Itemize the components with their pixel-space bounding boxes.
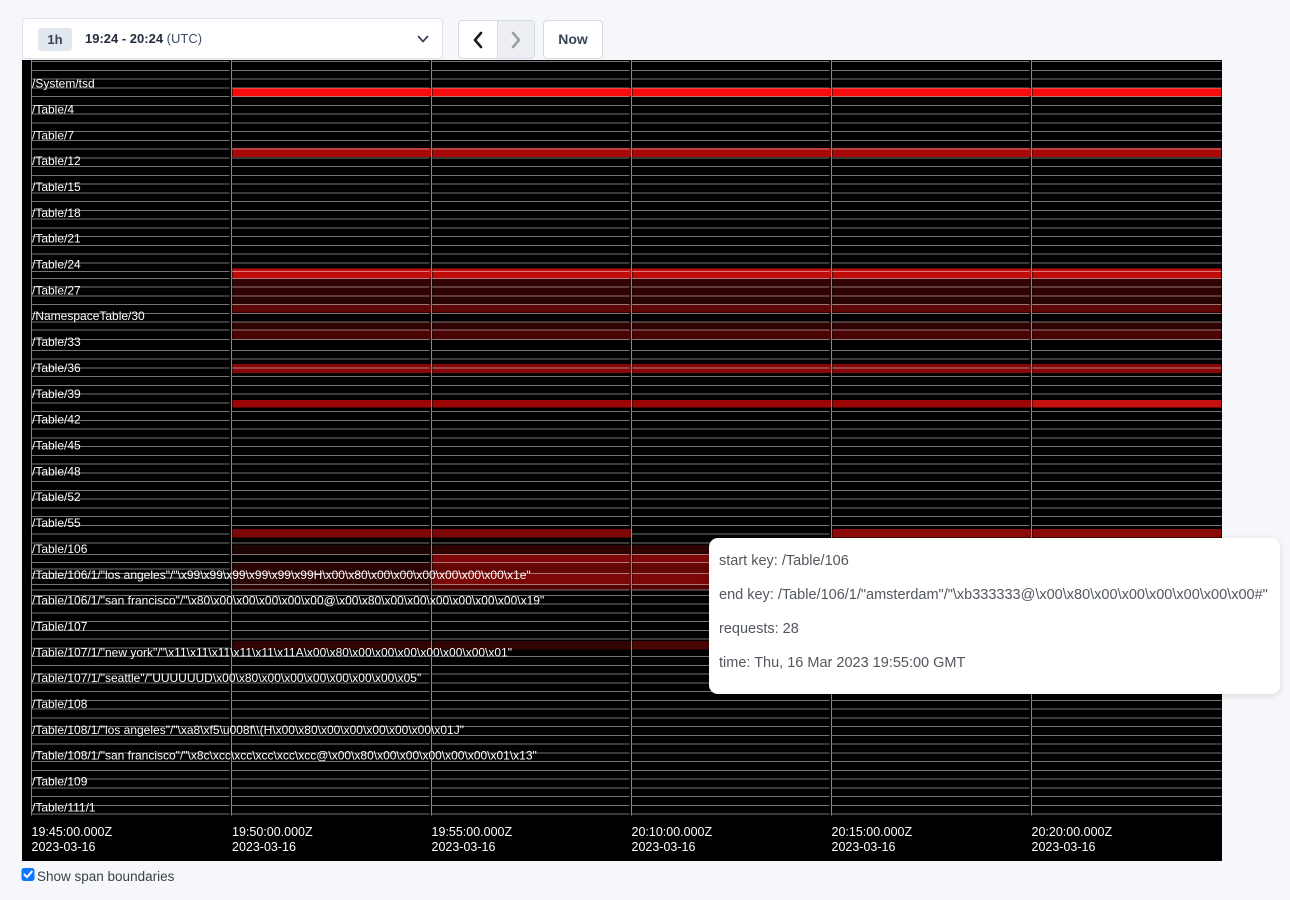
svg-text:20:15:00.000Z: 20:15:00.000Z <box>832 825 913 839</box>
svg-text:2023-03-16: 2023-03-16 <box>32 840 96 854</box>
svg-text:2023-03-16: 2023-03-16 <box>632 840 696 854</box>
svg-text:/Table/21: /Table/21 <box>32 232 81 246</box>
svg-text:/Table/107: /Table/107 <box>32 619 88 633</box>
svg-text:/Table/7: /Table/7 <box>32 128 74 142</box>
svg-text:/Table/18: /Table/18 <box>32 206 81 220</box>
svg-text:/Table/52: /Table/52 <box>32 490 81 504</box>
svg-text:/Table/33: /Table/33 <box>32 335 81 349</box>
svg-text:/System/tsd: /System/tsd <box>32 77 95 91</box>
svg-text:/Table/109: /Table/109 <box>32 775 88 789</box>
svg-text:/Table/107/1/"new york"/"\x11\: /Table/107/1/"new york"/"\x11\x11\x11\x1… <box>32 645 512 659</box>
svg-text:20:20:00.000Z: 20:20:00.000Z <box>1032 825 1113 839</box>
svg-text:19:50:00.000Z: 19:50:00.000Z <box>232 825 313 839</box>
svg-text:/Table/55: /Table/55 <box>32 516 81 530</box>
svg-text:/Table/106: /Table/106 <box>32 542 88 556</box>
svg-text:/Table/39: /Table/39 <box>32 387 81 401</box>
svg-text:2023-03-16: 2023-03-16 <box>432 840 496 854</box>
svg-text:/Table/106/1/"los angeles"/"\x: /Table/106/1/"los angeles"/"\x99\x99\x99… <box>32 568 531 582</box>
svg-text:/Table/108: /Table/108 <box>32 697 88 711</box>
svg-text:/Table/42: /Table/42 <box>32 413 81 427</box>
svg-text:/Table/4: /Table/4 <box>32 103 74 117</box>
svg-text:/Table/107/1/"seattle"/"UUUUUU: /Table/107/1/"seattle"/"UUUUUUD\x00\x80\… <box>32 671 421 685</box>
svg-text:/Table/45: /Table/45 <box>32 439 81 453</box>
svg-text:/Table/108/1/"san francisco"/": /Table/108/1/"san francisco"/"\x8c\xcc\x… <box>32 749 537 763</box>
svg-text:/Table/15: /Table/15 <box>32 180 81 194</box>
svg-text:/Table/108/1/"los angeles"/"\x: /Table/108/1/"los angeles"/"\xa8\xf5\u00… <box>32 723 464 737</box>
svg-text:19:45:00.000Z: 19:45:00.000Z <box>32 825 113 839</box>
svg-text:/Table/106/1/"san francisco"/": /Table/106/1/"san francisco"/"\x80\x00\x… <box>32 594 544 608</box>
svg-text:/Table/111/1: /Table/111/1 <box>32 800 96 814</box>
svg-text:/NamespaceTable/30: /NamespaceTable/30 <box>32 309 145 323</box>
svg-text:/Table/12: /Table/12 <box>32 154 81 168</box>
svg-text:/Table/48: /Table/48 <box>32 464 81 478</box>
svg-text:2023-03-16: 2023-03-16 <box>832 840 896 854</box>
svg-text:2023-03-16: 2023-03-16 <box>1032 840 1096 854</box>
svg-text:20:10:00.000Z: 20:10:00.000Z <box>632 825 713 839</box>
svg-text:/Table/36: /Table/36 <box>32 361 81 375</box>
svg-text:19:55:00.000Z: 19:55:00.000Z <box>432 825 513 839</box>
svg-text:2023-03-16: 2023-03-16 <box>232 840 296 854</box>
svg-text:/Table/24: /Table/24 <box>32 258 81 272</box>
svg-text:/Table/27: /Table/27 <box>32 283 81 297</box>
